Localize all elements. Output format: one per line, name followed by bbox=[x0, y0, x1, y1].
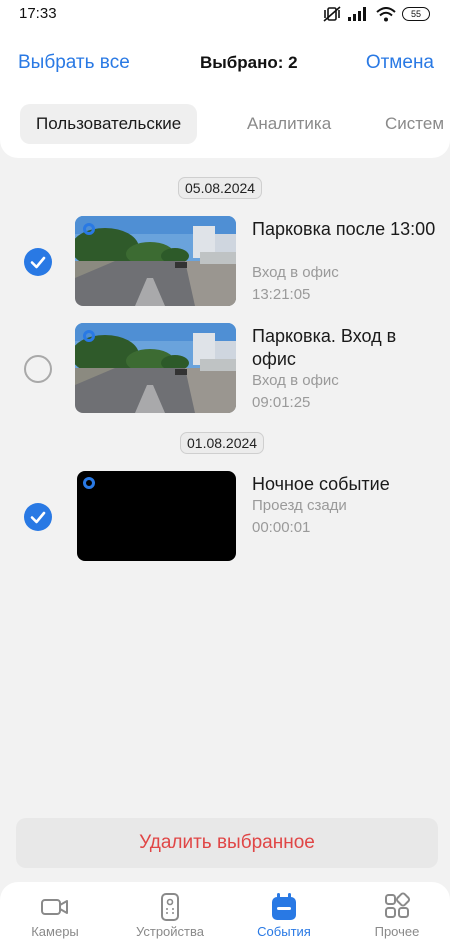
selection-header: Выбрать все Выбрано: 2 Отмена bbox=[0, 44, 450, 84]
vibrate-mute-icon bbox=[323, 6, 341, 22]
event-thumbnail[interactable] bbox=[77, 471, 236, 561]
nav-label: Устройства bbox=[135, 924, 204, 939]
date-chip: 05.08.2024 bbox=[178, 177, 263, 199]
nav-events[interactable]: События bbox=[229, 892, 339, 947]
checkmark-icon bbox=[30, 511, 46, 524]
street-photo bbox=[75, 216, 236, 306]
calendar-icon bbox=[272, 893, 296, 920]
cancel-button[interactable]: Отмена bbox=[366, 52, 434, 74]
event-thumbnail[interactable] bbox=[75, 323, 236, 413]
event-title: Ночное событие bbox=[252, 474, 390, 494]
event-item[interactable]: Ночное событие Проезд сзади 00:00:01 bbox=[0, 471, 450, 571]
event-tabs: Пользовательские Аналитика Систем bbox=[0, 104, 450, 146]
delete-selected-button[interactable]: Удалить выбранное bbox=[16, 818, 438, 868]
status-bar: 17:33 55 bbox=[0, 0, 450, 30]
checkmark-icon bbox=[30, 256, 46, 269]
nav-devices[interactable]: Устройства bbox=[115, 892, 225, 947]
street-photo bbox=[75, 323, 236, 413]
nav-label: Камеры bbox=[31, 924, 79, 939]
event-source: Вход в офис bbox=[252, 372, 339, 389]
event-title: Парковка. Вход в офис bbox=[252, 326, 397, 369]
status-time: 17:33 bbox=[19, 5, 57, 22]
event-source: Проезд сзади bbox=[252, 497, 347, 514]
event-time: 09:01:25 bbox=[252, 394, 311, 411]
selected-count: Выбрано: 2 bbox=[200, 53, 298, 72]
event-thumbnail[interactable] bbox=[75, 216, 236, 306]
event-title: Парковка после 13:00 bbox=[252, 219, 436, 239]
nav-cameras[interactable]: Камеры bbox=[0, 892, 110, 947]
event-time: 13:21:05 bbox=[252, 286, 311, 303]
event-source: Вход в офис bbox=[252, 264, 339, 281]
record-indicator-icon bbox=[83, 477, 95, 489]
event-time: 00:00:01 bbox=[252, 519, 311, 536]
tab-system[interactable]: Систем bbox=[385, 104, 444, 144]
camera-icon bbox=[41, 899, 68, 915]
selected-checkbox[interactable] bbox=[24, 248, 52, 276]
record-indicator-icon bbox=[83, 330, 95, 342]
nav-label: События bbox=[257, 924, 311, 939]
event-item[interactable]: Парковка. Вход в офис Вход в офис 09:01:… bbox=[0, 323, 450, 423]
top-panel: 17:33 55 Выбрать все Выбрано: 2 Отмена П… bbox=[0, 0, 450, 158]
unselected-checkbox[interactable] bbox=[24, 355, 52, 383]
device-remote-icon bbox=[161, 893, 179, 921]
status-icons: 55 bbox=[322, 4, 430, 24]
signal-icon bbox=[348, 7, 366, 21]
event-item[interactable]: Парковка после 13:00 Вход в офис 13:21:0… bbox=[0, 216, 450, 316]
bottom-navigation: Камеры Устройства События Прочее bbox=[0, 882, 450, 949]
tab-custom[interactable]: Пользовательские bbox=[20, 104, 198, 144]
nav-other[interactable]: Прочее bbox=[342, 892, 450, 947]
select-all-button[interactable]: Выбрать все bbox=[18, 52, 130, 74]
grid-icon bbox=[385, 892, 411, 918]
date-chip: 01.08.2024 bbox=[180, 432, 265, 454]
nav-label: Прочее bbox=[374, 924, 420, 939]
battery-icon: 55 bbox=[402, 7, 430, 21]
tab-analytics[interactable]: Аналитика bbox=[247, 104, 331, 144]
record-indicator-icon bbox=[83, 223, 95, 235]
selected-checkbox[interactable] bbox=[24, 503, 52, 531]
wifi-icon bbox=[376, 6, 396, 21]
